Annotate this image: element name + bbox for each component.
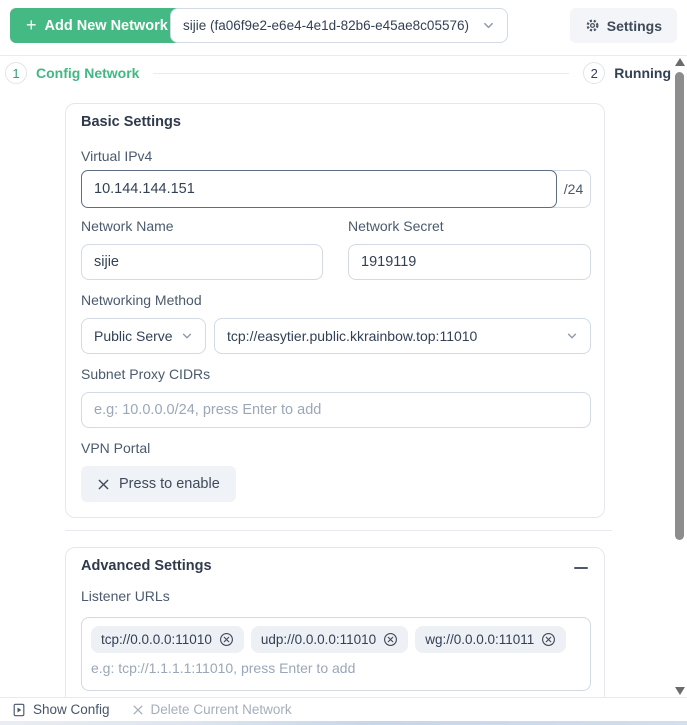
network-name-input[interactable] <box>81 244 323 280</box>
remove-chip-icon[interactable] <box>383 632 398 647</box>
chevron-down-icon <box>567 333 577 339</box>
basic-settings-card: Basic Settings Virtual IPv4 /24 Network … <box>65 103 605 518</box>
vpn-portal-enable-label: Press to enable <box>119 476 220 492</box>
subnet-proxy-input[interactable] <box>81 392 591 428</box>
show-config-label: Show Config <box>33 702 110 717</box>
delete-current-network-button[interactable]: Delete Current Network <box>132 702 292 717</box>
listener-url-chip-label: wg://0.0.0.0:11011 <box>425 632 535 647</box>
virtual-ipv4-input[interactable] <box>81 170 557 208</box>
advanced-settings-card: Advanced Settings Listener URLs tcp://0.… <box>65 547 605 707</box>
scroll-up-arrow-icon[interactable] <box>675 58 685 66</box>
step-connector-line <box>153 72 570 74</box>
x-icon <box>133 705 143 714</box>
network-secret-input[interactable] <box>348 244 591 280</box>
step-2-circle[interactable]: 2 <box>583 62 606 84</box>
advanced-settings-title: Advanced Settings <box>81 558 212 574</box>
listener-url-chip: tcp://0.0.0.0:11010 <box>91 626 244 653</box>
listener-url-chip-label: udp://0.0.0.0:11010 <box>260 632 377 647</box>
vpn-portal-label: VPN Portal <box>81 440 151 456</box>
virtual-ipv4-group: /24 <box>81 170 591 208</box>
collapse-section-button[interactable] <box>573 560 589 576</box>
networking-method-select[interactable]: Public Server <box>81 318 206 354</box>
minus-icon <box>574 567 588 569</box>
step-indicator: 1 Config Network 2 Running <box>0 56 671 90</box>
remove-chip-icon[interactable] <box>219 632 234 647</box>
show-config-button[interactable]: Show Config <box>12 702 110 717</box>
public-server-value: tcp://easytier.public.kkrainbow.top:1101… <box>227 328 478 344</box>
network-name-label: Network Name <box>81 218 174 234</box>
step-2-number: 2 <box>590 65 598 81</box>
step-1-label: Config Network <box>36 65 140 81</box>
footer-bar: Show Config Delete Current Network <box>0 697 687 721</box>
public-server-select[interactable]: tcp://easytier.public.kkrainbow.top:1101… <box>214 318 591 354</box>
plus-icon: + <box>26 14 37 35</box>
scrollbar-thumb[interactable] <box>675 72 684 540</box>
top-toolbar: + Add New Network sijie (fa06f9e2-e6e4-4… <box>0 0 687 56</box>
listener-url-chip-label: tcp://0.0.0.0:11010 <box>101 632 212 647</box>
add-new-network-label: Add New Network <box>44 17 168 34</box>
add-new-network-button[interactable]: + Add New Network <box>10 8 184 43</box>
step-2-label: Running <box>614 65 671 81</box>
vertical-scrollbar[interactable] <box>674 58 686 697</box>
chevron-down-icon <box>182 333 192 339</box>
network-config-page: + Add New Network sijie (fa06f9e2-e6e4-4… <box>0 0 687 725</box>
networking-method-value: Public Server <box>94 328 173 344</box>
listener-urls-chips-box[interactable]: tcp://0.0.0.0:11010 udp://0.0.0.0:11010 <box>81 617 591 691</box>
basic-settings-title: Basic Settings <box>81 114 181 130</box>
virtual-ipv4-label: Virtual IPv4 <box>81 148 153 164</box>
subnet-proxy-label: Subnet Proxy CIDRs <box>81 366 211 382</box>
listener-url-chip: wg://0.0.0.0:11011 <box>415 626 567 653</box>
remove-chip-icon[interactable] <box>541 632 556 647</box>
bottom-edge-strip <box>0 721 687 725</box>
virtual-ipv4-suffix: /24 <box>563 181 584 197</box>
listener-urls-label: Listener URLs <box>81 588 170 604</box>
listener-urls-input[interactable] <box>91 660 581 676</box>
network-select-value: sijie (fa06f9e2-e6e4-4e1d-82b6-e45ae8c05… <box>183 18 469 33</box>
networking-method-label: Networking Method <box>81 292 202 308</box>
vpn-portal-enable-button[interactable]: Press to enable <box>81 466 236 502</box>
step-1-number: 1 <box>12 65 20 81</box>
listener-url-chip: udp://0.0.0.0:11010 <box>250 626 409 653</box>
gear-icon <box>586 19 599 32</box>
x-icon <box>98 479 109 489</box>
step-1-circle[interactable]: 1 <box>5 62 27 84</box>
chevron-down-icon <box>484 22 493 29</box>
settings-label: Settings <box>606 17 662 34</box>
delete-current-network-label: Delete Current Network <box>150 702 292 717</box>
show-config-icon <box>13 703 25 716</box>
listener-chips-row: tcp://0.0.0.0:11010 udp://0.0.0.0:11010 <box>91 626 581 653</box>
network-secret-label: Network Secret <box>348 218 444 234</box>
settings-button[interactable]: Settings <box>569 8 677 43</box>
section-divider <box>65 530 612 531</box>
network-select[interactable]: sijie (fa06f9e2-e6e4-4e1d-82b6-e45ae8c05… <box>170 8 508 43</box>
scroll-down-arrow-icon[interactable] <box>675 687 685 695</box>
